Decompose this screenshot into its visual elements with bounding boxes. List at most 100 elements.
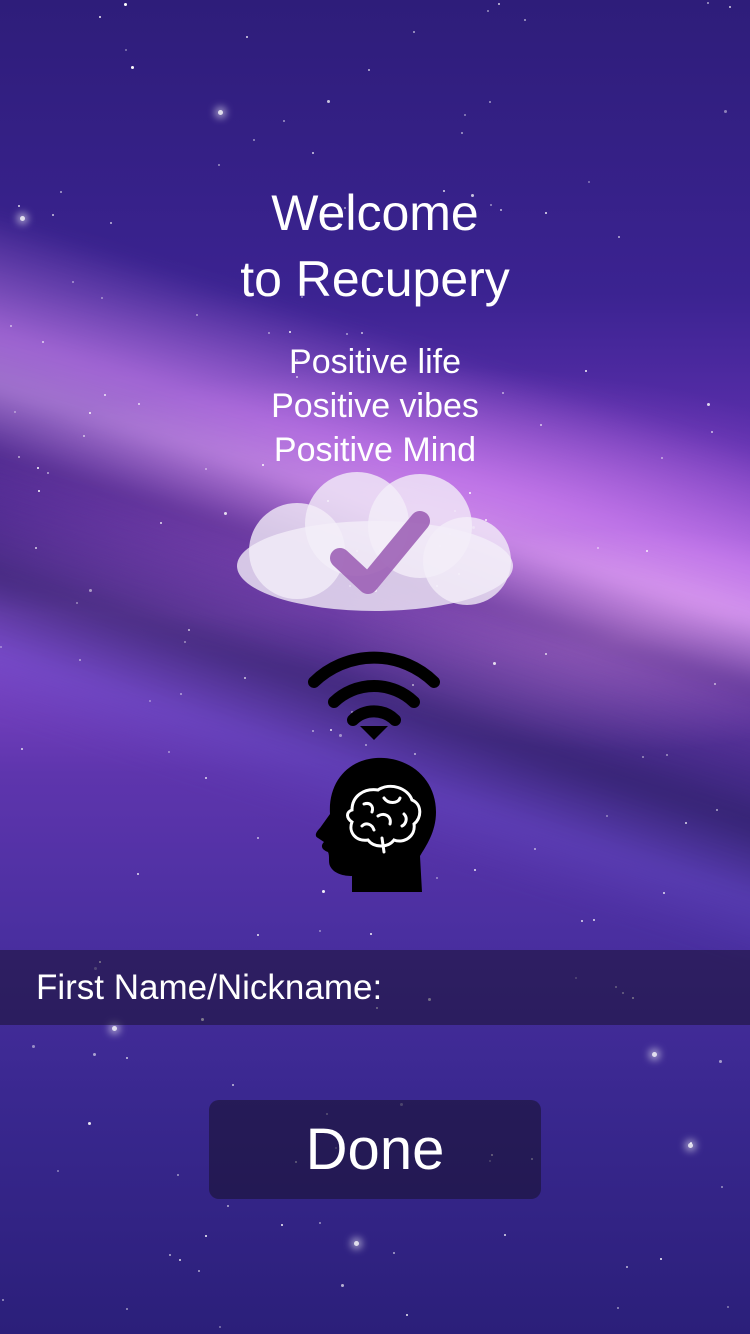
star	[2, 1299, 4, 1301]
star	[124, 3, 127, 6]
star	[149, 700, 151, 702]
star	[685, 822, 687, 824]
welcome-title: Welcome to Recupery	[0, 180, 750, 312]
star	[393, 1252, 395, 1254]
star	[581, 920, 583, 922]
star	[196, 314, 198, 316]
brain-head-icon	[315, 757, 436, 892]
star	[184, 641, 186, 643]
star	[205, 1235, 207, 1237]
star	[721, 1186, 723, 1188]
star	[714, 683, 716, 685]
star	[38, 490, 40, 492]
star	[365, 744, 367, 746]
star	[719, 1060, 722, 1063]
star	[47, 472, 49, 474]
star	[727, 1306, 729, 1308]
star	[504, 1234, 506, 1236]
star	[205, 777, 207, 779]
welcome-line-2: to Recupery	[240, 251, 510, 307]
star	[707, 2, 709, 4]
star	[642, 756, 644, 758]
star	[617, 1307, 619, 1309]
star	[126, 1308, 128, 1310]
welcome-line-1: Welcome	[271, 185, 479, 241]
star	[413, 31, 415, 33]
star	[57, 1170, 59, 1172]
star	[126, 1057, 128, 1059]
star	[268, 332, 270, 334]
star	[137, 873, 139, 875]
star	[283, 120, 285, 122]
star	[474, 869, 476, 871]
star	[660, 1258, 662, 1260]
star	[319, 1222, 321, 1224]
star	[168, 751, 170, 753]
star	[224, 512, 227, 515]
bright-star	[112, 1026, 117, 1031]
star	[498, 3, 500, 5]
star	[593, 919, 595, 921]
star	[125, 49, 127, 51]
star	[218, 164, 220, 166]
star	[198, 1270, 200, 1272]
star	[76, 602, 78, 604]
star	[160, 522, 162, 524]
tagline: Positive life Positive vibes Positive Mi…	[0, 340, 750, 472]
star	[461, 132, 463, 134]
star	[716, 809, 718, 811]
bright-star	[354, 1241, 359, 1246]
star	[487, 10, 489, 12]
star	[89, 589, 92, 592]
star	[32, 1045, 35, 1048]
star	[10, 325, 12, 327]
star	[368, 69, 370, 71]
star	[188, 629, 190, 631]
bright-star	[218, 110, 223, 115]
star	[219, 1326, 221, 1328]
star	[21, 748, 23, 750]
bright-star	[652, 1052, 657, 1057]
star	[227, 1205, 229, 1207]
done-button[interactable]: Done	[209, 1100, 541, 1199]
star	[626, 1266, 628, 1268]
star	[177, 1174, 179, 1176]
wifi-signal-icon	[308, 651, 440, 740]
star	[180, 693, 182, 695]
tagline-line-1: Positive life	[289, 343, 461, 381]
star	[646, 550, 648, 552]
star	[253, 139, 255, 141]
star	[289, 331, 291, 333]
star	[493, 662, 496, 665]
star	[663, 892, 665, 894]
star	[489, 101, 491, 103]
star	[246, 36, 248, 38]
star	[257, 837, 259, 839]
star	[606, 815, 608, 817]
star	[319, 930, 321, 932]
star	[346, 333, 348, 335]
star	[0, 646, 2, 648]
star	[35, 547, 37, 549]
cloud-check-icon	[237, 472, 513, 611]
star	[341, 1284, 344, 1287]
name-field-bar: First Name/Nickname:	[0, 950, 750, 1025]
star	[99, 16, 101, 18]
tagline-line-2: Positive vibes	[271, 387, 479, 425]
star	[131, 66, 134, 69]
star	[312, 152, 314, 154]
star	[406, 1314, 408, 1316]
star	[244, 677, 246, 679]
star	[327, 100, 330, 103]
name-input[interactable]	[392, 956, 750, 1019]
name-field-label: First Name/Nickname:	[36, 967, 383, 1007]
star	[179, 1259, 181, 1261]
star	[361, 332, 363, 334]
bright-star	[688, 1143, 693, 1148]
star	[93, 1053, 96, 1056]
star	[545, 653, 547, 655]
star	[534, 848, 536, 850]
star	[79, 659, 81, 661]
star	[464, 114, 466, 116]
star	[524, 19, 526, 21]
